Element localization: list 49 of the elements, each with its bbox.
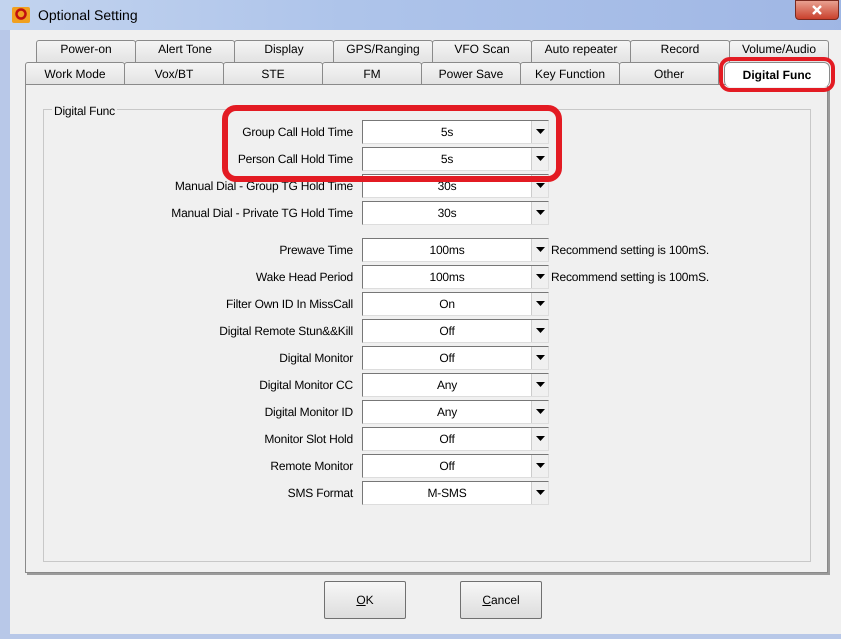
- tab[interactable]: VFO Scan: [432, 40, 532, 62]
- field-label: Wake Head Period: [254, 268, 354, 286]
- tab[interactable]: STE: [223, 62, 323, 84]
- app-icon: [12, 7, 30, 23]
- field-label: Digital Monitor: [278, 350, 354, 366]
- dropdown-field[interactable]: Off: [362, 346, 549, 370]
- field-label: Digital Monitor CC: [258, 376, 354, 394]
- tab[interactable]: Work Mode: [25, 62, 125, 84]
- tab[interactable]: Record: [630, 40, 730, 62]
- tab[interactable]: Other: [619, 62, 719, 84]
- field-label: Prewave Time: [278, 242, 354, 258]
- field-label: Filter Own ID In MissCall: [224, 296, 354, 312]
- close-button[interactable]: [795, 0, 839, 20]
- field-label: Group Call Hold Time: [241, 124, 354, 140]
- dropdown-field[interactable]: Off: [362, 454, 549, 478]
- close-icon: [811, 5, 823, 15]
- hint-text: Recommend setting is 100mS.: [550, 242, 710, 258]
- dropdown-field[interactable]: Any: [362, 400, 549, 424]
- tab[interactable]: Power Save: [421, 62, 521, 84]
- field-label: Manual Dial - Private TG Hold Time: [170, 204, 354, 222]
- tab[interactable]: Display: [234, 40, 334, 62]
- tab[interactable]: GPS/Ranging: [333, 40, 433, 62]
- dropdown-field[interactable]: 30s: [362, 200, 549, 224]
- tab[interactable]: Vox/BT: [124, 62, 224, 84]
- hint-text: Recommend setting is 100mS.: [550, 268, 710, 286]
- dropdown-field[interactable]: 100ms: [362, 264, 549, 288]
- field-label: Digital Remote Stun&&Kill: [218, 322, 354, 340]
- field-label: Remote Monitor: [269, 458, 354, 474]
- dropdown-field[interactable]: M-SMS: [362, 480, 549, 504]
- tab[interactable]: Key Function: [520, 62, 620, 84]
- field-label: Person Call Hold Time: [236, 150, 354, 168]
- dialog-button[interactable]: Cancel: [460, 581, 542, 619]
- dropdown-field[interactable]: Any: [362, 372, 549, 396]
- window-title: Optional Setting: [38, 6, 138, 25]
- tab[interactable]: Auto repeater: [531, 40, 631, 62]
- field-label: Digital Monitor ID: [264, 404, 354, 420]
- field-label: SMS Format: [286, 484, 354, 502]
- dropdown-field[interactable]: Off: [362, 318, 549, 342]
- field-label: Monitor Slot Hold: [263, 430, 354, 448]
- dialog-button[interactable]: OK: [324, 581, 406, 619]
- field-label: Manual Dial - Group TG Hold Time: [174, 178, 354, 194]
- dropdown-field[interactable]: On: [362, 292, 549, 316]
- tab[interactable]: Alert Tone: [135, 40, 235, 62]
- dropdown-field[interactable]: 100ms: [362, 238, 549, 262]
- dropdown-field[interactable]: Off: [362, 426, 549, 450]
- tab[interactable]: FM: [322, 62, 422, 84]
- tab[interactable]: Power-on: [36, 40, 136, 62]
- dropdown-field[interactable]: 5s: [362, 120, 549, 144]
- dropdown-field[interactable]: 5s: [362, 146, 549, 170]
